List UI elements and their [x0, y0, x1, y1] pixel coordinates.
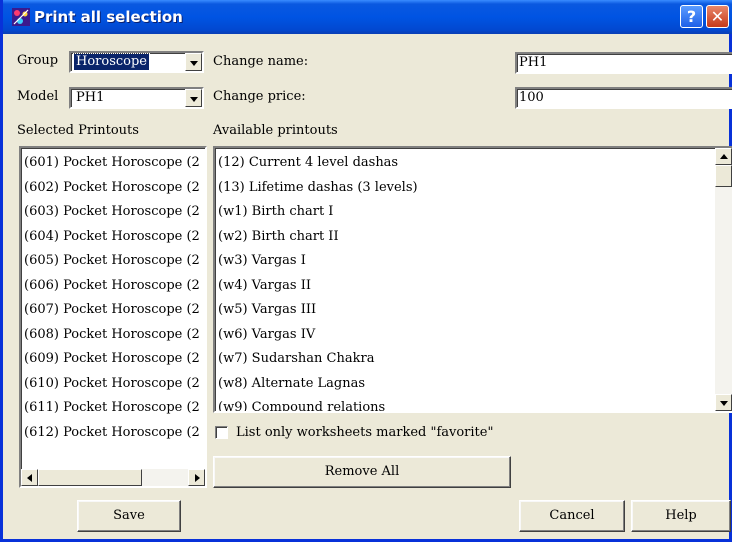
model-dropdown-button[interactable] [185, 89, 202, 107]
favorite-checkbox-label[interactable]: List only worksheets marked "favorite" [236, 425, 493, 440]
list-item[interactable]: (13) Lifetime dashas (3 levels) [215, 176, 715, 201]
list-item[interactable]: (608) Pocket Horoscope (2 [21, 323, 205, 348]
list-item[interactable]: (606) Pocket Horoscope (2 [21, 274, 205, 299]
model-select[interactable]: PH1 [69, 87, 204, 109]
group-label: Group [17, 53, 59, 68]
list-item[interactable]: (611) Pocket Horoscope (2 [21, 396, 205, 421]
list-item[interactable]: (w1) Birth chart I [215, 200, 715, 225]
list-item[interactable]: (w3) Vargas I [215, 249, 715, 274]
available-printouts-list[interactable]: (12) Current 4 level dashas (13) Lifetim… [213, 146, 732, 413]
selected-printouts-header: Selected Printouts [17, 123, 139, 138]
change-name-label: Change name: [213, 54, 309, 69]
group-select-value: Horoscope [73, 53, 150, 71]
model-select-value: PH1 [76, 90, 105, 105]
scroll-right-button[interactable] [188, 469, 205, 486]
change-price-label: Change price: [213, 89, 306, 104]
selected-printouts-list[interactable]: (601) Pocket Horoscope (2 (602) Pocket H… [19, 146, 207, 488]
model-label: Model [17, 89, 59, 104]
change-name-input[interactable] [519, 55, 724, 70]
selected-horizontal-scrollbar[interactable] [21, 469, 205, 486]
cancel-button[interactable]: Cancel [519, 500, 625, 532]
list-item[interactable]: (w9) Compound relations [215, 396, 715, 411]
list-item[interactable]: (601) Pocket Horoscope (2 [21, 151, 205, 176]
change-name-field[interactable] [515, 52, 732, 74]
list-item[interactable]: (w2) Birth chart II [215, 225, 715, 250]
arrow-left-icon [27, 474, 32, 482]
list-item[interactable]: (w4) Vargas II [215, 274, 715, 299]
available-vertical-scrollbar[interactable] [715, 148, 732, 411]
arrow-up-icon [720, 154, 728, 159]
group-dropdown-button[interactable] [185, 53, 202, 71]
list-item[interactable]: (605) Pocket Horoscope (2 [21, 249, 205, 274]
change-price-field[interactable] [515, 87, 732, 109]
change-price-input[interactable] [519, 90, 724, 105]
arrow-right-icon [195, 474, 200, 482]
title-close-button[interactable]: ✕ [706, 5, 729, 28]
list-item[interactable]: (607) Pocket Horoscope (2 [21, 298, 205, 323]
chevron-down-icon [190, 61, 198, 66]
list-item[interactable]: (603) Pocket Horoscope (2 [21, 200, 205, 225]
list-item[interactable]: (610) Pocket Horoscope (2 [21, 372, 205, 397]
list-item[interactable]: (w6) Vargas IV [215, 323, 715, 348]
list-item[interactable]: (604) Pocket Horoscope (2 [21, 225, 205, 250]
list-item[interactable]: (609) Pocket Horoscope (2 [21, 347, 205, 372]
app-icon [12, 8, 30, 26]
arrow-down-icon [720, 401, 728, 406]
list-item[interactable]: (12) Current 4 level dashas [215, 151, 715, 176]
available-printouts-header: Available printouts [213, 123, 338, 138]
list-item[interactable]: (w5) Vargas III [215, 298, 715, 323]
scroll-down-button[interactable] [715, 394, 732, 411]
print-selection-dialog: Print all selection ? ✕ Group Horoscope … [0, 0, 732, 542]
list-item[interactable]: (602) Pocket Horoscope (2 [21, 176, 205, 201]
list-item[interactable]: (612) Pocket Horoscope (2 [21, 421, 205, 446]
list-item[interactable]: (w7) Sudarshan Chakra [215, 347, 715, 372]
title-help-button[interactable]: ? [680, 5, 703, 28]
help-button[interactable]: Help [631, 500, 731, 532]
save-button[interactable]: Save [77, 500, 181, 532]
favorite-checkbox[interactable] [215, 426, 228, 439]
list-item[interactable]: (w8) Alternate Lagnas [215, 372, 715, 397]
chevron-down-icon [190, 97, 198, 102]
window-title: Print all selection [34, 8, 183, 26]
title-bar[interactable]: Print all selection ? ✕ [3, 0, 732, 34]
horizontal-scroll-thumb[interactable] [38, 469, 142, 486]
scroll-up-button[interactable] [715, 148, 732, 165]
remove-all-button[interactable]: Remove All [213, 456, 511, 488]
group-select[interactable]: Horoscope [69, 51, 204, 73]
vertical-scroll-thumb[interactable] [715, 165, 732, 187]
scroll-left-button[interactable] [21, 469, 38, 486]
